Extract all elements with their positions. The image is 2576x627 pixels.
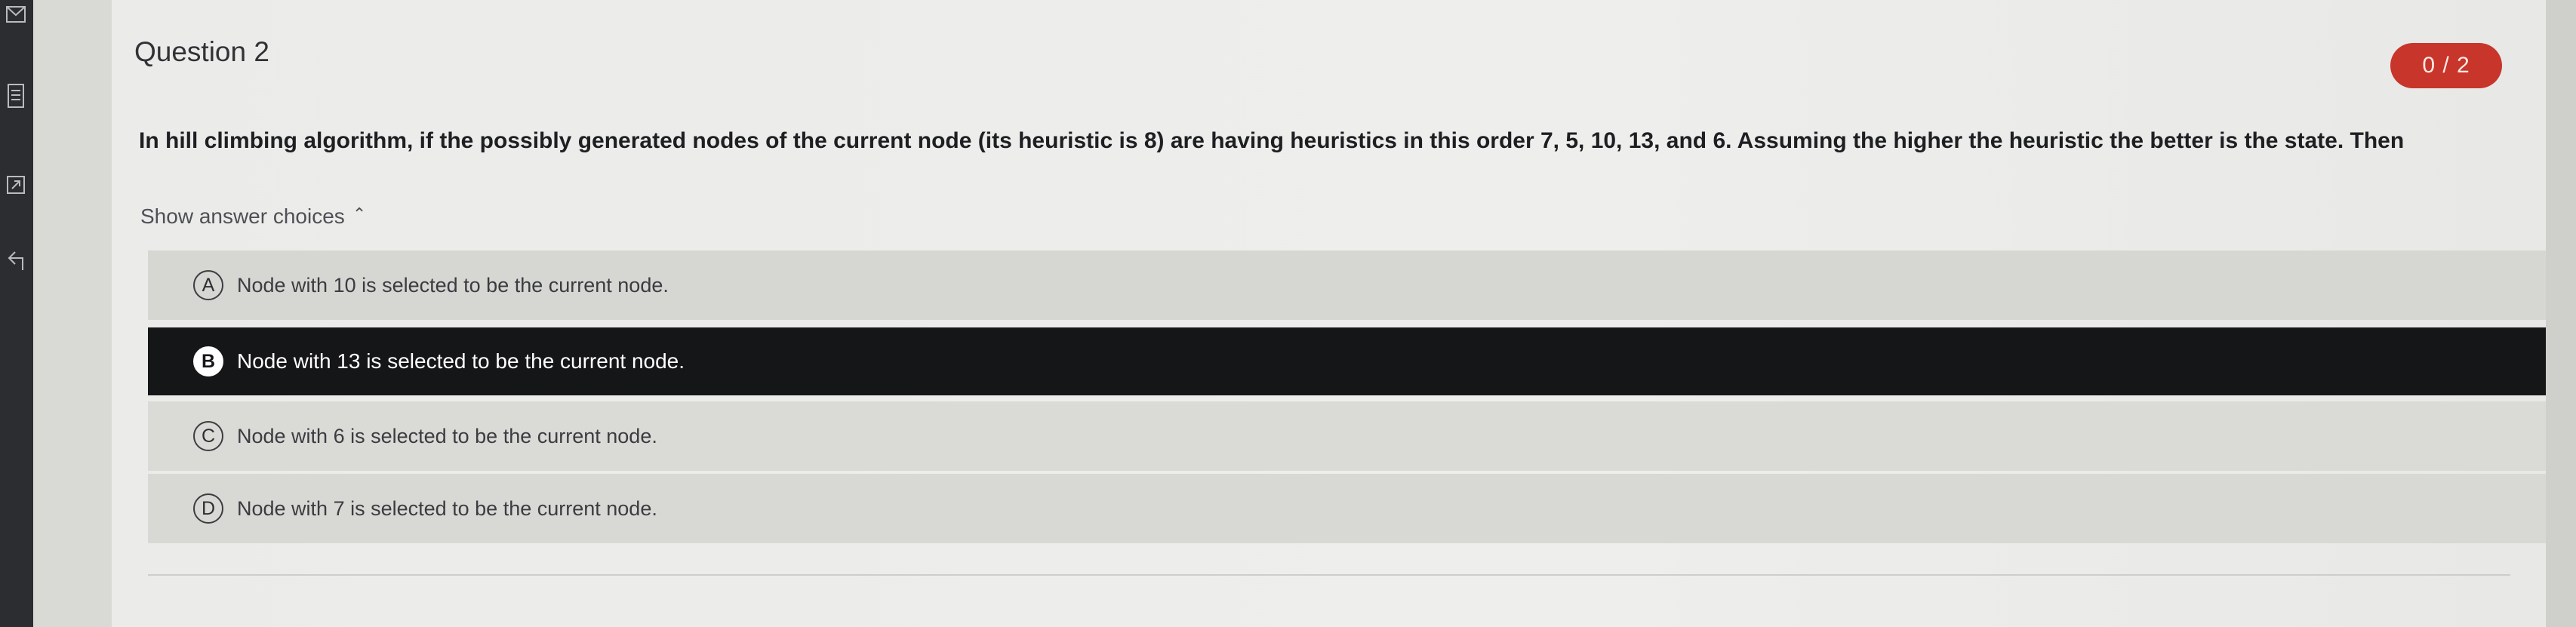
external-icon[interactable]	[5, 174, 27, 196]
right-edge	[2546, 0, 2576, 627]
answer-choice-b[interactable]: B Node with 13 is selected to be the cur…	[148, 327, 2576, 395]
show-answer-choices-toggle[interactable]: Show answer choices ⌃	[140, 204, 366, 229]
question-panel: Question 2 0 / 2 In hill climbing algori…	[112, 0, 2576, 627]
choice-text: Node with 7 is selected to be the curren…	[237, 496, 657, 520]
question-title: Question 2	[134, 36, 269, 67]
left-rail	[0, 0, 33, 627]
answer-choice-c[interactable]: C Node with 6 is selected to be the curr…	[148, 401, 2576, 471]
toggle-label: Show answer choices	[140, 204, 345, 228]
chevron-up-icon: ⌃	[352, 204, 367, 223]
choice-letter: A	[193, 270, 223, 300]
choice-text: Node with 13 is selected to be the curre…	[237, 349, 685, 373]
rail-gutter	[33, 0, 112, 627]
answer-choice-d[interactable]: D Node with 7 is selected to be the curr…	[148, 474, 2576, 543]
question-text: In hill climbing algorithm, if the possi…	[139, 128, 2405, 153]
answer-choice-a[interactable]: A Node with 10 is selected to be the cur…	[148, 250, 2576, 320]
mail-icon[interactable]	[5, 3, 27, 26]
choice-text: Node with 10 is selected to be the curre…	[237, 273, 669, 297]
choice-letter: C	[193, 421, 223, 451]
choice-text: Node with 6 is selected to be the curren…	[237, 424, 657, 447]
score-badge: 0 / 2	[2390, 43, 2502, 88]
choice-letter: B	[193, 346, 223, 377]
divider	[148, 574, 2510, 576]
back-icon[interactable]	[5, 249, 27, 272]
choice-letter: D	[193, 493, 223, 524]
document-icon[interactable]	[5, 84, 27, 108]
